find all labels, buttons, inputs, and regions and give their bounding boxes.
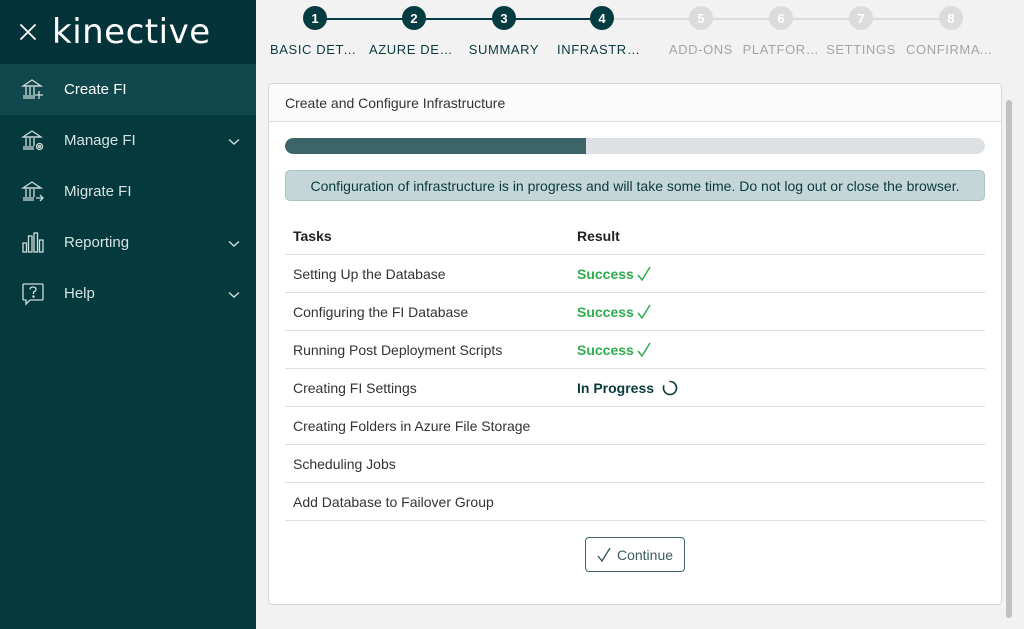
task-name: Add Database to Failover Group — [293, 493, 494, 510]
step-number: 7 — [849, 6, 873, 30]
table-row: Add Database to Failover Group — [285, 483, 985, 521]
continue-button[interactable]: Continue — [585, 537, 685, 572]
sidebar-item-manage-fi[interactable]: Manage FI — [0, 115, 256, 166]
step-number: 4 — [590, 6, 614, 30]
scrollbar[interactable] — [1004, 0, 1014, 629]
checkmark-icon — [637, 304, 651, 320]
sidebar-item-reporting[interactable]: Reporting — [0, 217, 256, 268]
status-success: Success — [577, 341, 634, 358]
table-header: Tasks Result — [285, 218, 985, 255]
sidebar-item-label: Reporting — [64, 234, 130, 251]
step-number: 3 — [492, 6, 516, 30]
column-header-tasks: Tasks — [293, 228, 332, 244]
sidebar: kinective Create FI Manage FI Migrate FI… — [0, 0, 256, 629]
main-content: 1 BASIC DETA… 2 AZURE DETA… 3 SUMMARY 4 … — [256, 0, 1014, 629]
chevron-down-icon[interactable] — [228, 235, 240, 253]
step-label: SUMMARY — [468, 42, 540, 57]
task-name: Creating FI Settings — [293, 379, 417, 396]
sidebar-item-label: Create FI — [64, 81, 127, 98]
chevron-down-icon[interactable] — [228, 133, 240, 151]
step-number: 1 — [303, 6, 327, 30]
wizard-stepper: 1 BASIC DETA… 2 AZURE DETA… 3 SUMMARY 4 … — [268, 6, 1008, 62]
task-name: Creating Folders in Azure File Storage — [293, 417, 531, 434]
status-success: Success — [577, 265, 634, 282]
scrollbar-thumb[interactable] — [1006, 100, 1012, 618]
status-in-progress: In Progress — [577, 379, 655, 396]
continue-button-label: Continue — [616, 546, 674, 563]
task-name: Setting Up the Database — [293, 265, 446, 282]
table-row: Running Post Deployment Scripts Success — [285, 331, 985, 369]
step-label: SETTINGS — [826, 42, 896, 57]
info-alert: Configuration of infrastructure is in pr… — [285, 170, 985, 201]
step-azure-details[interactable]: 2 AZURE DETA… — [369, 6, 459, 57]
step-label: AZURE DETA… — [369, 42, 459, 57]
chevron-down-icon[interactable] — [228, 286, 240, 304]
step-add-ons: 5 ADD-ONS — [656, 6, 746, 57]
step-label: INFRASTRUCT… — [557, 42, 647, 57]
checkmark-icon — [637, 266, 651, 282]
bank-arrow-icon — [20, 179, 46, 205]
sidebar-item-migrate-fi[interactable]: Migrate FI — [0, 166, 256, 217]
close-icon[interactable] — [18, 22, 38, 42]
kinective-logo: kinective — [52, 12, 211, 52]
checkmark-icon — [637, 342, 651, 358]
step-label: CONFIRMATI… — [906, 42, 996, 57]
task-name: Running Post Deployment Scripts — [293, 341, 503, 358]
task-name: Scheduling Jobs — [293, 455, 396, 472]
step-number: 8 — [939, 6, 963, 30]
sidebar-item-create-fi[interactable]: Create FI — [0, 64, 256, 115]
table-row: Creating Folders in Azure File Storage — [285, 407, 985, 445]
sidebar-item-label: Migrate FI — [64, 183, 132, 200]
step-platform: 6 PLATFOR… — [736, 6, 826, 57]
table-row: Creating FI Settings In Progress — [285, 369, 985, 407]
help-icon — [20, 281, 46, 307]
sidebar-item-help[interactable]: Help — [0, 268, 256, 319]
infrastructure-card: Create and Configure Infrastructure Conf… — [268, 83, 1002, 605]
table-row: Setting Up the Database Success — [285, 255, 985, 293]
bar-chart-icon — [20, 230, 46, 256]
tasks-table: Tasks Result Setting Up the Database Suc… — [285, 218, 985, 521]
step-summary[interactable]: 3 SUMMARY — [459, 6, 549, 57]
step-settings: 7 SETTINGS — [816, 6, 906, 57]
step-confirmation: 8 CONFIRMATI… — [906, 6, 996, 57]
task-name: Configuring the FI Database — [293, 303, 469, 320]
spinner-icon — [662, 380, 678, 396]
status-success: Success — [577, 303, 634, 320]
step-label: ADD-ONS — [668, 42, 734, 57]
step-label: PLATFOR… — [742, 42, 820, 57]
step-number: 6 — [769, 6, 793, 30]
progress-bar-fill — [285, 138, 586, 154]
bank-plus-icon — [20, 77, 46, 103]
step-number: 5 — [689, 6, 713, 30]
bank-gear-icon — [20, 128, 46, 154]
sidebar-item-label: Help — [64, 285, 95, 302]
step-infrastructure[interactable]: 4 INFRASTRUCT… — [557, 6, 647, 57]
step-label: BASIC DETA… — [270, 42, 360, 57]
checkmark-icon — [597, 547, 611, 563]
progress-bar — [285, 138, 985, 154]
table-row: Configuring the FI Database Success — [285, 293, 985, 331]
column-header-result: Result — [577, 228, 620, 244]
brand-bar: kinective — [0, 0, 256, 64]
sidebar-item-label: Manage FI — [64, 132, 136, 149]
card-title: Create and Configure Infrastructure — [269, 84, 1001, 122]
step-basic-details[interactable]: 1 BASIC DETA… — [270, 6, 360, 57]
step-number: 2 — [402, 6, 426, 30]
table-row: Scheduling Jobs — [285, 445, 985, 483]
